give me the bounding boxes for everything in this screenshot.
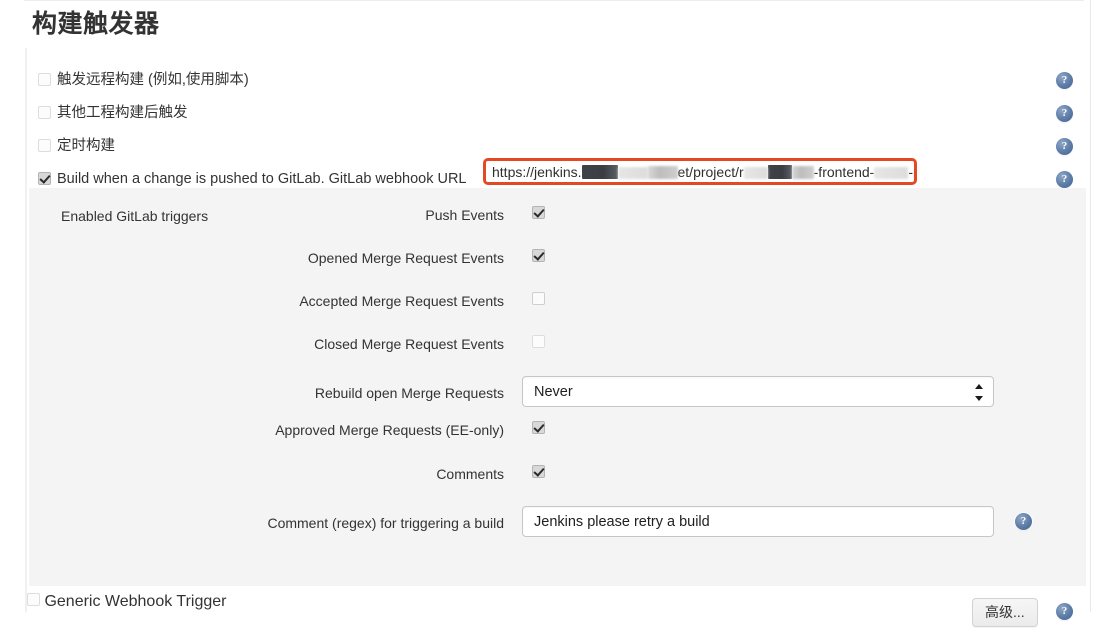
label-rebuild-open-merge-requests: Rebuild open Merge Requests [314, 385, 504, 401]
chevron-updown-icon[interactable] [975, 383, 984, 402]
page-title: 构建触发器 [32, 10, 160, 38]
checkbox-gitlab-push[interactable] [38, 172, 51, 185]
gitlab-triggers-panel: Enabled GitLab triggers Push Events Open… [29, 188, 1086, 627]
right-divider [1090, 0, 1091, 612]
build-triggers-page: 构建触发器 触发远程构建 (例如,使用脚本) ? 其他工程构建后触发 ? 定时构… [0, 0, 1108, 627]
checkbox-approved-merge-requests-wrap[interactable] [532, 421, 545, 439]
checkbox-opened-merge-request-events[interactable] [532, 249, 545, 262]
redaction-blur-host3 [647, 166, 678, 179]
webhook-url-suffix1: -frontend- [813, 164, 875, 180]
trigger-label-remote-build: 触发远程构建 (例如,使用脚本) [57, 72, 249, 88]
trigger-label-gitlab-push: Build when a change is pushed to GitLab.… [57, 171, 467, 187]
label-closed-merge-request-events: Closed Merge Request Events [314, 336, 504, 352]
row-accepted-merge-request-events[interactable]: Accepted Merge Request Events [29, 291, 1086, 313]
label-comments: Comments [436, 466, 504, 482]
row-approved-merge-requests[interactable]: Approved Merge Requests (EE-only) [29, 420, 1086, 442]
checkbox-closed-merge-request-events-wrap[interactable] [532, 335, 545, 353]
trigger-label-generic-webhook: Generic Webhook Trigger [44, 593, 227, 610]
label-approved-merge-requests: Approved Merge Requests (EE-only) [275, 422, 504, 438]
label-opened-merge-request-events: Opened Merge Request Events [307, 250, 504, 266]
label-comment-regex: Comment (regex) for triggering a build [267, 515, 504, 531]
trigger-row-after-other-projects[interactable]: 其他工程构建后触发 ? [27, 97, 1086, 130]
help-icon[interactable]: ? [1056, 72, 1073, 89]
redaction-blur-project1 [743, 167, 768, 179]
webhook-url-highlight-box[interactable]: https://jenkins. et/project/r -frontend- -p… [483, 158, 917, 185]
checkbox-push-events[interactable] [532, 206, 545, 219]
checkbox-opened-merge-request-events-wrap[interactable] [532, 249, 545, 267]
redaction-blur-env [874, 167, 909, 179]
input-comment-regex-value: Jenkins please retry a build [534, 514, 710, 530]
redaction-block-project [767, 165, 792, 179]
checkbox-accepted-merge-request-events-wrap[interactable] [532, 292, 545, 310]
checkbox-scheduled-build-wrap[interactable] [38, 139, 51, 157]
checkbox-remote-build-wrap[interactable] [38, 73, 51, 91]
webhook-url-text: https://jenkins. et/project/r -frontend- -p… [492, 164, 914, 181]
row-opened-merge-request-events[interactable]: Opened Merge Request Events [29, 248, 1086, 270]
row-comments[interactable]: Comments [29, 464, 1086, 486]
trigger-row-remote-build[interactable]: 触发远程构建 (例如,使用脚本) ? [27, 64, 1086, 97]
checkbox-accepted-merge-request-events[interactable] [532, 292, 545, 305]
label-push-events: Push Events [425, 207, 504, 223]
label-accepted-merge-request-events: Accepted Merge Request Events [299, 293, 504, 309]
top-divider [24, 0, 1084, 1]
help-icon[interactable]: ? [1015, 513, 1032, 530]
checkbox-after-other-projects[interactable] [38, 106, 51, 119]
redaction-blur-host2 [617, 167, 648, 179]
trigger-label-scheduled-build: 定时构建 [57, 138, 115, 154]
row-push-events[interactable]: Push Events [29, 205, 1086, 227]
checkbox-closed-merge-request-events[interactable] [532, 335, 545, 348]
redaction-blur-project2 [791, 166, 814, 179]
checkbox-push-events-wrap[interactable] [532, 206, 545, 224]
trigger-row-generic-webhook[interactable]: Generic Webhook Trigger ? [27, 593, 1086, 633]
build-triggers-form: 触发远程构建 (例如,使用脚本) ? 其他工程构建后触发 ? 定时构建 ? Bu… [25, 48, 1086, 627]
checkbox-comments[interactable] [532, 465, 545, 478]
redaction-block-host [581, 165, 618, 179]
row-comment-regex[interactable]: Comment (regex) for triggering a build J… [29, 506, 1086, 540]
checkbox-generic-webhook[interactable] [27, 593, 40, 606]
webhook-url-suffix2: -prod [908, 164, 914, 180]
trigger-label-after-other-projects: 其他工程构建后触发 [57, 105, 188, 121]
checkbox-generic-webhook-wrap[interactable] [27, 593, 44, 610]
checkbox-remote-build[interactable] [38, 73, 51, 86]
checkbox-approved-merge-requests[interactable] [532, 421, 545, 434]
checkbox-after-other-projects-wrap[interactable] [38, 106, 51, 124]
row-closed-merge-request-events[interactable]: Closed Merge Request Events [29, 334, 1086, 356]
checkbox-scheduled-build[interactable] [38, 139, 51, 152]
checkbox-comments-wrap[interactable] [532, 465, 545, 483]
webhook-url-middle: et/project/r [677, 164, 744, 180]
help-icon[interactable]: ? [1056, 138, 1073, 155]
row-rebuild-open-merge-requests[interactable]: Rebuild open Merge Requests Never [29, 376, 1086, 410]
input-comment-regex[interactable]: Jenkins please retry a build [522, 506, 994, 537]
webhook-url-prefix: https://jenkins. [492, 164, 582, 180]
select-rebuild-value: Never [534, 384, 573, 400]
help-icon[interactable]: ? [1056, 105, 1073, 122]
help-icon[interactable]: ? [1056, 171, 1073, 188]
select-rebuild-open-merge-requests[interactable]: Never [522, 376, 994, 407]
